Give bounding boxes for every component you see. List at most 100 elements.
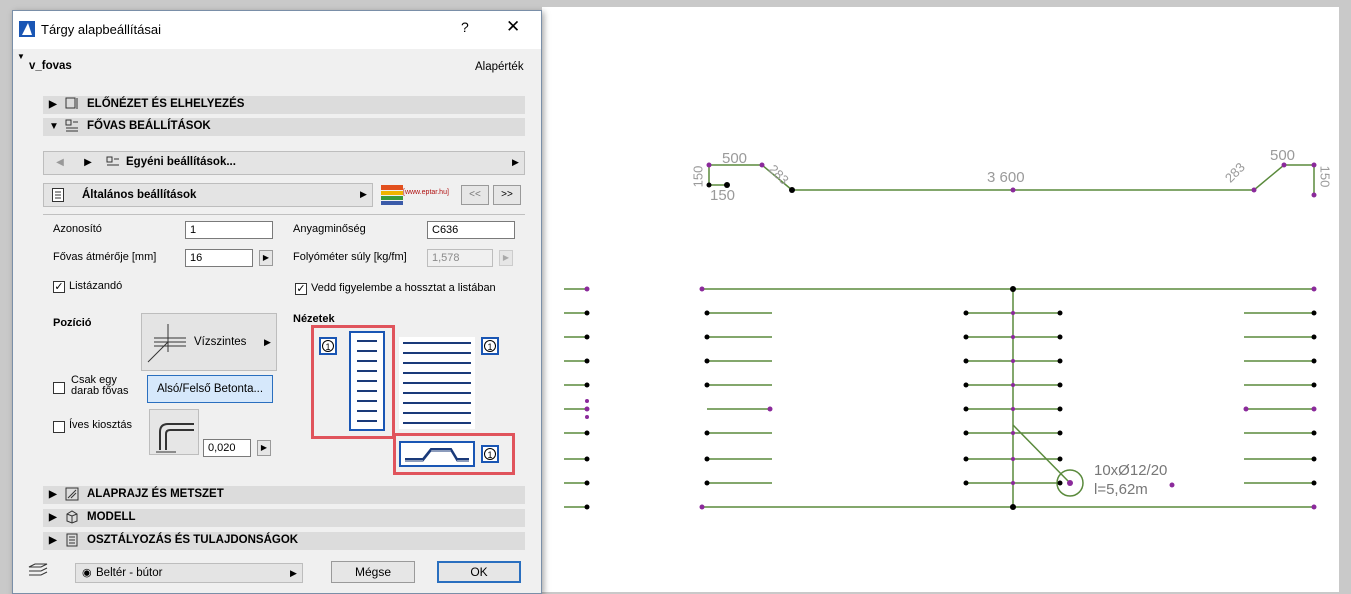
spacing-dropdown-button[interactable]: ▶ xyxy=(257,440,271,456)
dialog-title: Tárgy alapbeállításai xyxy=(41,22,161,37)
custom-settings-bar: ◀ ▶ Egyéni beállítások... ▶ xyxy=(43,151,525,175)
nav-next-button[interactable]: >> xyxy=(493,185,521,205)
list-icon xyxy=(52,188,64,202)
cancel-button[interactable]: Mégse xyxy=(331,561,415,583)
section-classification[interactable]: ▶ OSZTÁLYOZÁS ÉS TULAJDONSÁGOK xyxy=(43,532,525,550)
expand-icon: ▶ xyxy=(49,535,57,546)
horizontal-label: Vízszintes xyxy=(194,336,247,348)
dim-150-right: 150 xyxy=(1317,165,1333,188)
plan-section-icon xyxy=(65,487,79,501)
arc-distribution-checkbox[interactable] xyxy=(53,421,65,433)
diameter-dropdown-button[interactable]: ▶ xyxy=(259,250,273,266)
horizontal-position-button[interactable]: Vízszintes ▶ xyxy=(141,313,277,371)
dim-3600: 3 600 xyxy=(987,169,1025,186)
rebar-count-label: 10xØ12/20 xyxy=(1094,462,1168,479)
spacing-input[interactable]: 0,020 xyxy=(203,439,251,457)
view-profile-preview-selected[interactable] xyxy=(399,441,475,467)
position-label: Pozíció xyxy=(53,317,92,329)
view-number-badge-profile[interactable]: 1 xyxy=(481,445,499,463)
collapse-icon: ▼ xyxy=(49,121,59,132)
layer-dropdown-arrow-icon: ▶ xyxy=(290,568,297,578)
section-settings-label: FŐVAS BEÁLLÍTÁSOK xyxy=(87,120,211,132)
layer-name: Beltér - bútor xyxy=(96,567,163,579)
diameter-input[interactable]: 16 xyxy=(185,249,253,267)
model-cube-icon xyxy=(66,510,78,524)
view-number-badge-plan[interactable]: 1 xyxy=(481,337,499,355)
dim-150-left-horizontal: 150 xyxy=(710,187,736,204)
views-label: Nézetek xyxy=(293,313,335,325)
view-plan-preview[interactable] xyxy=(399,337,475,429)
section-settings[interactable]: ▼ FŐVAS BEÁLLÍTÁSOK xyxy=(43,118,525,136)
collapse-arrow-icon[interactable]: ▼ xyxy=(17,52,25,61)
dim-500-right: 500 xyxy=(1270,147,1296,164)
next-page-button[interactable]: ▶ xyxy=(76,154,100,172)
weight-input: 1,578 xyxy=(427,249,493,267)
layer-stack-icon xyxy=(28,563,48,576)
right-plan-bars xyxy=(1244,312,1314,484)
left-plan-dots xyxy=(704,310,710,486)
prev-page-button[interactable]: ◀ xyxy=(46,154,74,172)
length-checkbox[interactable]: ✓ xyxy=(295,283,307,295)
single-rebar-checkbox[interactable] xyxy=(53,382,65,394)
layer-dropdown[interactable]: ◉ Beltér - bútor ▶ xyxy=(75,563,303,583)
drawing-canvas[interactable]: 500 150 150 283 3 600 283 500 150 10xØ12… xyxy=(542,7,1339,592)
classification-icon xyxy=(66,533,78,547)
dialog-titlebar: Tárgy alapbeállításai ? ✕ xyxy=(13,11,541,49)
logo-url: [www.eptar.hu] xyxy=(403,189,449,196)
rebar-drawing xyxy=(564,162,1317,510)
section-preview[interactable]: ▶ ELŐNÉZET ÉS ELHELYEZÉS xyxy=(43,96,525,114)
help-button[interactable]: ? xyxy=(461,19,469,35)
single-rebar-label: Csak egy darab fővas xyxy=(71,375,129,397)
eptar-logo: [www.eptar.hu] xyxy=(379,183,459,207)
dim-150-left-vertical: 150 xyxy=(690,165,706,188)
dim-500-left: 500 xyxy=(722,150,748,167)
custom-settings-icon xyxy=(106,156,119,166)
bottom-top-cover-button[interactable]: Alsó/Felső Betonta... xyxy=(147,375,273,403)
expand-icon: ▶ xyxy=(49,489,57,500)
section-plan-label: ALAPRAJZ ÉS METSZET xyxy=(87,488,224,500)
section-model[interactable]: ▶ MODELL xyxy=(43,509,525,527)
left-stub-bars xyxy=(564,288,587,508)
custom-settings-dropdown-icon[interactable]: ▶ xyxy=(512,157,519,168)
view-number-badge-left[interactable]: 1 xyxy=(319,337,337,355)
default-label: Alapérték xyxy=(475,61,524,73)
position-dropdown-icon: ▶ xyxy=(264,337,271,347)
material-input[interactable]: C636 xyxy=(427,221,515,239)
general-settings-label: Általános beállítások xyxy=(82,189,197,201)
nav-prev-button[interactable]: << xyxy=(461,185,489,205)
bend-preview-image xyxy=(149,409,199,455)
archicad-app-icon xyxy=(19,21,35,37)
left-plan-bars xyxy=(707,312,772,484)
material-label: Anyagminőség xyxy=(293,223,366,235)
right-plan-dots xyxy=(1311,310,1317,486)
arc-distribution-label: Íves kiosztás xyxy=(69,419,132,431)
rebar-length-label: l=5,62m xyxy=(1094,481,1148,498)
section-preview-label: ELŐNÉZET ÉS ELHELYEZÉS xyxy=(87,98,245,110)
listed-checkbox[interactable]: ✓ xyxy=(53,281,65,293)
section-divider xyxy=(43,214,525,215)
general-settings-dropdown[interactable]: Általános beállítások ▶ xyxy=(43,183,373,207)
section-model-label: MODELL xyxy=(87,511,136,523)
expand-icon: ▶ xyxy=(49,99,57,110)
expand-icon: ▶ xyxy=(49,512,57,523)
parameters-icon xyxy=(65,119,78,132)
view-section-preview-selected[interactable] xyxy=(349,331,385,431)
dropdown-arrow-icon: ▶ xyxy=(360,189,367,199)
length-label: Vedd figyelembe a hossztat a listában xyxy=(311,282,496,294)
section-classification-label: OSZTÁLYOZÁS ÉS TULAJDONSÁGOK xyxy=(87,534,299,546)
diameter-label: Fővas átmérője [mm] xyxy=(53,251,157,263)
custom-settings-label[interactable]: Egyéni beállítások... xyxy=(126,156,236,168)
close-button[interactable]: ✕ xyxy=(506,17,520,37)
id-input[interactable]: 1 xyxy=(185,221,273,239)
profile-left-hook xyxy=(708,165,727,186)
object-settings-dialog: Tárgy alapbeállításai ? ✕ ▼ v_fovas Alap… xyxy=(12,10,542,594)
weight-label: Folyóméter súly [kg/fm] xyxy=(293,251,407,263)
id-label: Azonosító xyxy=(53,223,102,235)
weight-dropdown-button: ▶ xyxy=(499,250,513,266)
horizontal-rebar-icon xyxy=(147,324,186,363)
section-plan[interactable]: ▶ ALAPRAJZ ÉS METSZET xyxy=(43,486,525,504)
eye-icon: ◉ xyxy=(82,567,92,579)
profile-right-top xyxy=(1253,164,1315,195)
ok-button[interactable]: OK xyxy=(437,561,521,583)
preview-placement-icon xyxy=(65,97,78,109)
